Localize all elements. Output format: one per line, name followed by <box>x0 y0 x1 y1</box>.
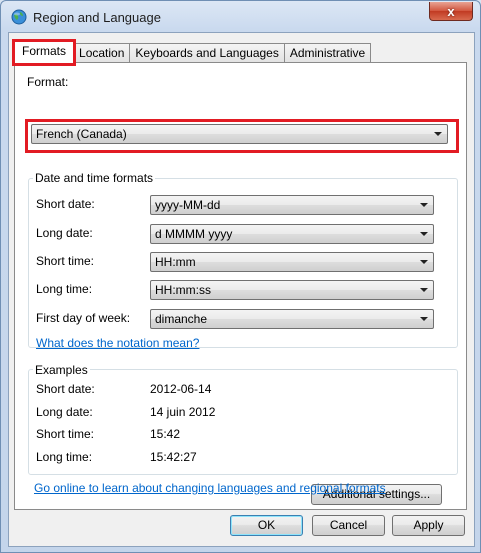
format-select[interactable]: French (Canada) <box>31 124 448 144</box>
chevron-down-icon <box>420 317 428 321</box>
chevron-down-icon <box>420 203 428 207</box>
tab-keyboards-and-languages[interactable]: Keyboards and Languages <box>129 43 285 62</box>
chevron-down-icon <box>434 132 442 136</box>
tab-location[interactable]: Location <box>73 43 131 62</box>
format-label: Format: <box>27 75 69 89</box>
tab-strip: Formats Location Keyboards and Languages… <box>12 39 372 66</box>
apply-button[interactable]: Apply <box>392 515 465 536</box>
close-icon: x <box>447 3 455 19</box>
example-long-date-label: Long date: <box>36 405 93 419</box>
short-date-value: yyyy-MM-dd <box>155 198 221 212</box>
long-date-select[interactable]: d MMMM yyyy <box>150 224 434 244</box>
example-short-date-label: Short date: <box>36 382 95 396</box>
first-day-of-week-label: First day of week: <box>36 311 131 325</box>
first-day-of-week-value: dimanche <box>155 312 208 326</box>
example-long-date-value: 14 juin 2012 <box>150 405 216 419</box>
long-date-label: Long date: <box>36 226 93 240</box>
formats-tab-page: Format: French (Canada) Date and time fo… <box>14 62 467 510</box>
short-time-select[interactable]: HH:mm <box>150 252 434 272</box>
tab-keyboards-label: Keyboards and Languages <box>135 46 279 60</box>
chevron-down-icon <box>420 232 428 236</box>
window-title: Region and Language <box>33 10 161 25</box>
long-time-label: Long time: <box>36 282 93 296</box>
chevron-down-icon <box>420 288 428 292</box>
short-time-label: Short time: <box>36 254 95 268</box>
tab-administrative[interactable]: Administrative <box>283 43 372 62</box>
globe-icon <box>11 9 27 25</box>
example-long-time-label: Long time: <box>36 450 93 464</box>
tab-formats[interactable]: Formats <box>12 39 77 66</box>
example-short-date-value: 2012-06-14 <box>150 382 212 396</box>
title-bar: Region and Language x <box>1 1 480 33</box>
ok-button[interactable]: OK <box>230 515 303 536</box>
cancel-button[interactable]: Cancel <box>312 515 385 536</box>
dialog-client-area: Formats Location Keyboards and Languages… <box>8 32 475 547</box>
close-button[interactable]: x <box>429 2 473 21</box>
notation-help-link[interactable]: What does the notation mean? <box>36 336 199 350</box>
format-select-value: French (Canada) <box>36 127 127 141</box>
short-date-label: Short date: <box>36 197 95 211</box>
example-short-time-label: Short time: <box>36 427 95 441</box>
examples-title: Examples <box>33 363 90 377</box>
tab-administrative-label: Administrative <box>289 46 366 60</box>
example-long-time-value: 15:42:27 <box>150 450 197 464</box>
tab-location-label: Location <box>79 46 125 60</box>
long-time-select[interactable]: HH:mm:ss <box>150 280 434 300</box>
region-language-window: Region and Language x Formats Location K… <box>0 0 481 553</box>
chevron-down-icon <box>420 260 428 264</box>
date-time-formats-title: Date and time formats <box>33 171 156 185</box>
tab-formats-label: Formats <box>22 44 67 58</box>
long-date-value: d MMMM yyyy <box>155 227 233 241</box>
long-time-value: HH:mm:ss <box>155 283 211 297</box>
first-day-of-week-select[interactable]: dimanche <box>150 309 434 329</box>
short-time-value: HH:mm <box>155 255 196 269</box>
example-short-time-value: 15:42 <box>150 427 181 441</box>
online-help-link[interactable]: Go online to learn about changing langua… <box>34 481 386 495</box>
short-date-select[interactable]: yyyy-MM-dd <box>150 195 434 215</box>
